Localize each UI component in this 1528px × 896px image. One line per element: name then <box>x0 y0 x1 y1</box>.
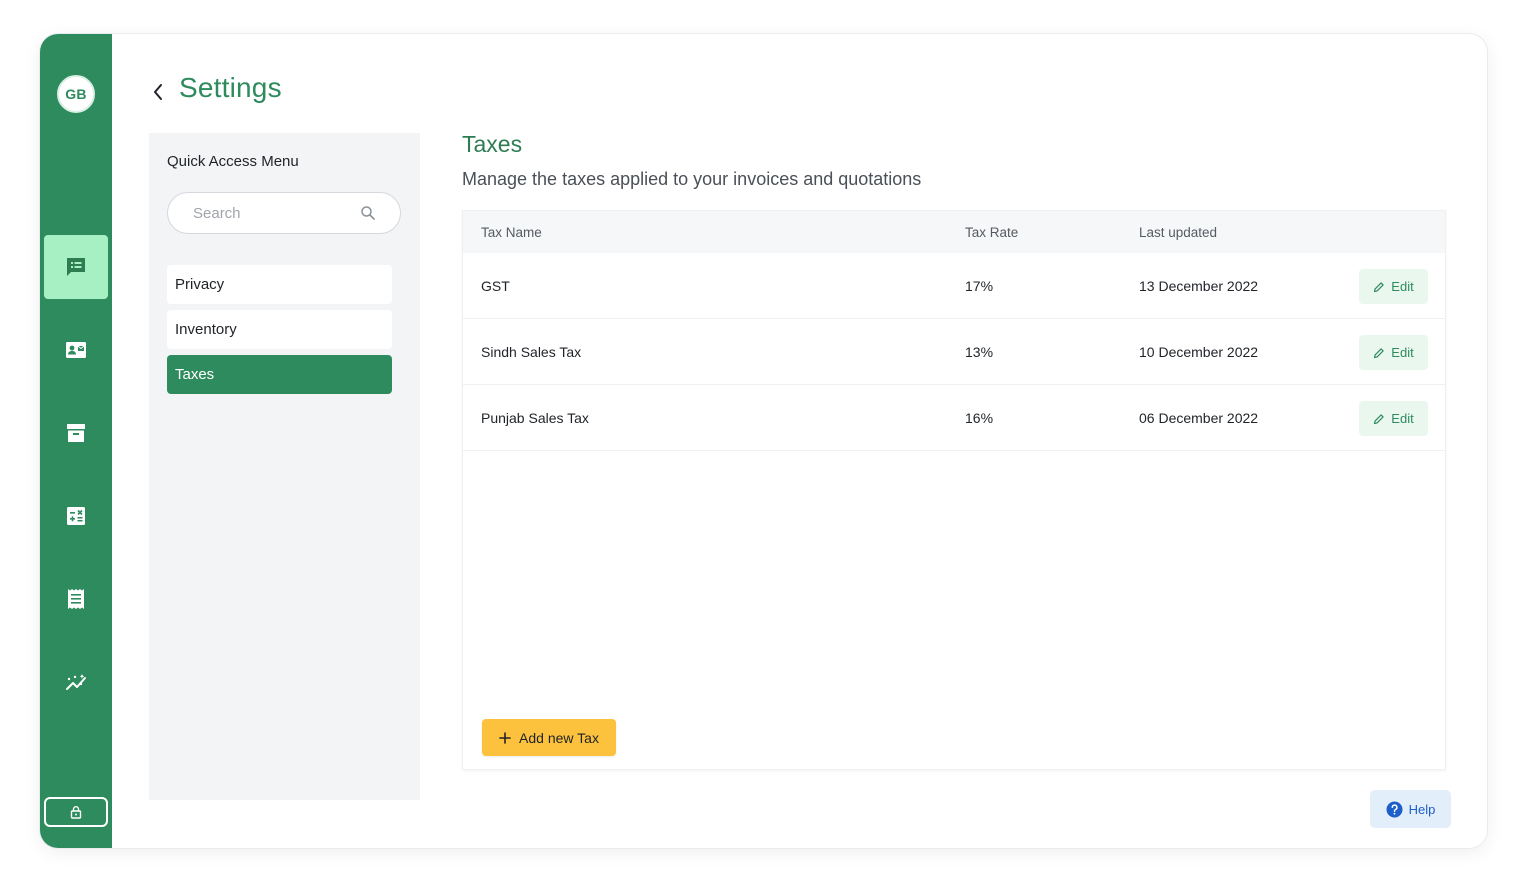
nav-receipts[interactable] <box>44 567 108 631</box>
section-title: Taxes <box>462 131 523 157</box>
calculator-icon <box>67 507 85 525</box>
edit-button[interactable]: Edit <box>1359 401 1428 436</box>
taxes-table: Tax Name Tax Rate Last updated GST 17% 1… <box>462 210 1446 770</box>
column-header-tax-name: Tax Name <box>481 224 542 240</box>
avatar-initials: GB <box>65 86 87 102</box>
left-rail: GB <box>40 34 112 848</box>
avatar[interactable]: GB <box>57 75 95 113</box>
pencil-icon <box>1374 347 1384 358</box>
chat-list-icon <box>67 258 85 276</box>
tax-rate-cell: 16% <box>965 409 994 426</box>
tax-rate-cell: 13% <box>965 343 994 360</box>
analytics-icon <box>66 674 86 690</box>
tax-rate-cell: 17% <box>965 277 994 294</box>
pencil-icon <box>1374 413 1384 424</box>
pencil-icon <box>1374 281 1384 292</box>
menu-item-inventory[interactable]: Inventory <box>167 310 392 349</box>
add-new-tax-button[interactable]: Add new Tax <box>482 719 616 756</box>
edit-button[interactable]: Edit <box>1359 335 1428 370</box>
chevron-left-icon <box>154 84 162 100</box>
menu-item-label: Taxes <box>175 366 215 383</box>
table-row: GST 17% 13 December 2022 Edit <box>463 253 1445 319</box>
tax-name-cell: Sindh Sales Tax <box>481 343 582 360</box>
receipt-icon <box>68 589 84 609</box>
edit-button-label: Edit <box>1391 345 1414 360</box>
edit-button-label: Edit <box>1391 411 1414 426</box>
edit-button-label: Edit <box>1391 279 1414 294</box>
table-row: Punjab Sales Tax 16% 06 December 2022 Ed… <box>463 385 1445 451</box>
column-header-last-updated: Last updated <box>1139 224 1218 240</box>
add-new-tax-label: Add new Tax <box>519 729 599 746</box>
tax-name-cell: GST <box>481 277 510 294</box>
column-header-tax-rate: Tax Rate <box>965 224 1019 240</box>
quick-access-title: Quick Access Menu <box>167 153 299 170</box>
menu-item-label: Inventory <box>175 321 237 338</box>
table-row: Sindh Sales Tax 13% 10 December 2022 Edi… <box>463 319 1445 385</box>
search-input[interactable] <box>191 203 355 223</box>
contact-card-icon <box>66 342 86 358</box>
back-button[interactable] <box>148 80 168 104</box>
search-icon[interactable] <box>360 205 376 221</box>
menu-item-label: Privacy <box>175 276 225 293</box>
nav-contacts[interactable] <box>44 318 108 382</box>
tax-name-cell: Punjab Sales Tax <box>481 409 589 426</box>
lock-icon <box>70 806 82 819</box>
plus-icon <box>499 731 511 744</box>
archive-box-icon <box>67 424 85 442</box>
app-window: GB Settings Quick Access Menu Search Pri… <box>40 34 1487 848</box>
help-label: Help <box>1408 801 1436 817</box>
menu-item-privacy[interactable]: Privacy <box>167 265 392 304</box>
edit-button[interactable]: Edit <box>1359 269 1428 304</box>
nav-calculator[interactable] <box>44 484 108 548</box>
question-circle-icon <box>1386 801 1403 817</box>
nav-chat-list[interactable] <box>44 235 108 299</box>
help-button[interactable]: Help <box>1370 790 1451 828</box>
last-updated-cell: 06 December 2022 <box>1139 409 1259 426</box>
table-header: Tax Name Tax Rate Last updated <box>463 211 1445 253</box>
page-title: Settings <box>179 72 282 103</box>
quick-access-panel: Quick Access Menu Privacy Inventory Taxe… <box>149 133 420 800</box>
nav-analytics[interactable] <box>44 650 108 714</box>
lock-button[interactable] <box>44 797 108 827</box>
menu-item-taxes[interactable]: Taxes <box>167 355 392 394</box>
last-updated-cell: 13 December 2022 <box>1139 277 1259 294</box>
search-box[interactable] <box>167 192 401 234</box>
nav-archive[interactable] <box>44 401 108 465</box>
last-updated-cell: 10 December 2022 <box>1139 343 1259 360</box>
section-subtitle: Manage the taxes applied to your invoice… <box>462 169 922 189</box>
